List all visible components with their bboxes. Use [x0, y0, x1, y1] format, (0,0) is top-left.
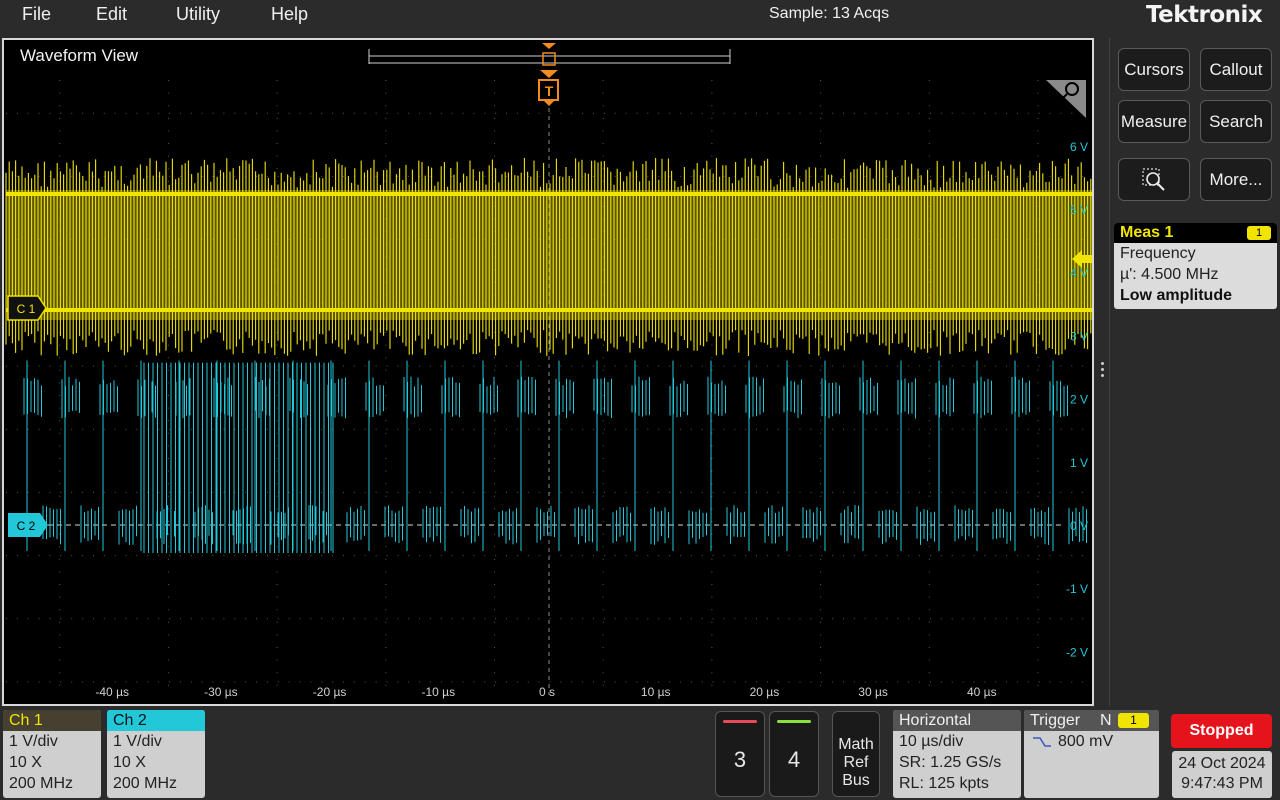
- ch1-marker[interactable]: C 1: [7, 295, 47, 321]
- ch4-button[interactable]: 4: [769, 711, 819, 797]
- menu-utility[interactable]: Utility: [176, 4, 220, 25]
- trigger-title: Trigger: [1030, 712, 1081, 729]
- zoom-button[interactable]: [1118, 158, 1190, 201]
- meas1-warning: Low amplitude: [1120, 287, 1232, 304]
- y-tick-label: 1 V: [1070, 456, 1088, 470]
- menu-bar: File Edit Utility Help Sample: 13 Acqs T…: [0, 0, 1280, 30]
- ch2-marker[interactable]: C 2: [8, 513, 48, 537]
- x-tick-label: -20 µs: [313, 685, 347, 699]
- menu-help[interactable]: Help: [271, 4, 308, 25]
- date-time: 24 Oct 2024 9:47:43 PM: [1172, 751, 1272, 798]
- date: 24 Oct 2024: [1178, 755, 1266, 772]
- ch2-scale: 1 V/div: [113, 733, 162, 750]
- cursors-button[interactable]: Cursors: [1118, 48, 1190, 91]
- trigger-badge[interactable]: Trigger N 1 800 mV: [1024, 710, 1159, 798]
- more-button[interactable]: More...: [1200, 158, 1272, 201]
- meas1-value: µ': 4.500 MHz: [1120, 266, 1219, 283]
- ch1-probe: 10 X: [9, 754, 42, 771]
- bus-label: Bus: [842, 772, 870, 789]
- ch1-high-band: [6, 192, 1092, 196]
- settings-bar: Ch 1 1 V/div 10 X 200 MHz Ch 2 1 V/div 1…: [0, 706, 1280, 800]
- ch1-marker-label: C 1: [17, 302, 36, 316]
- time: 9:47:43 PM: [1181, 775, 1263, 792]
- waveform-view-title: Waveform View: [20, 46, 139, 65]
- menu-edit[interactable]: Edit: [96, 4, 127, 25]
- ch2-probe: 10 X: [113, 754, 146, 771]
- ref-label: Ref: [843, 754, 869, 771]
- ch2-badge[interactable]: Ch 2 1 V/div 10 X 200 MHz: [107, 710, 205, 798]
- y-tick-label: 4 V: [1070, 266, 1088, 280]
- y-tick-label: 6 V: [1070, 140, 1088, 154]
- run-stop-status[interactable]: Stopped: [1171, 714, 1272, 748]
- ch2-title: Ch 2: [107, 710, 205, 731]
- measure-button[interactable]: Measure: [1118, 100, 1190, 143]
- callout-button[interactable]: Callout: [1200, 48, 1272, 91]
- trigger-mode: N: [1100, 712, 1112, 729]
- math-label: Math: [838, 736, 874, 753]
- acquisition-status: Sample: 13 Acqs: [769, 5, 890, 22]
- y-tick-label: 2 V: [1070, 393, 1088, 407]
- waveform-view[interactable]: T C 1 C 2 6 V5 V4 V3 V2 V1 V0 V -1 V -2 V …: [2, 38, 1094, 706]
- ch2-trace-lines: [23, 360, 1087, 553]
- meas1-title-text: Meas 1: [1120, 224, 1174, 241]
- panel-resize-handle[interactable]: [1101, 362, 1105, 382]
- grid-dots: [6, 80, 1084, 686]
- y-tick-label: 3 V: [1070, 329, 1088, 343]
- ch1-badge[interactable]: Ch 1 1 V/div 10 X 200 MHz: [3, 710, 101, 798]
- zoom-corner-icon[interactable]: [1046, 80, 1086, 118]
- trigger-level: 800 mV: [1058, 733, 1114, 750]
- ch2-waveform: [23, 360, 1087, 553]
- zoom-icon: [1142, 167, 1165, 191]
- ch1-bandwidth: 200 MHz: [9, 775, 74, 792]
- ch1-low-band: [6, 308, 1092, 312]
- x-tick-label: -30 µs: [204, 685, 238, 699]
- falling-edge-icon: [1033, 737, 1051, 747]
- x-tick-label: 40 µs: [967, 685, 997, 699]
- ch2-marker-label: C 2: [17, 519, 36, 533]
- y-tick-label: 0 V: [1070, 519, 1088, 533]
- menu-file[interactable]: File: [22, 4, 51, 25]
- horizontal-scale: 10 µs/div: [899, 733, 964, 750]
- y-tick-label: -2 V: [1066, 645, 1088, 659]
- meas1-source-badge: 1: [1247, 226, 1271, 240]
- ch1-title: Ch 1: [3, 710, 101, 731]
- trigger-marker-label: T: [545, 83, 554, 99]
- horizontal-title: Horizontal: [893, 710, 1021, 731]
- ch3-label: 3: [733, 747, 747, 772]
- x-tick-label: -40 µs: [95, 685, 129, 699]
- ch4-label: 4: [787, 747, 801, 772]
- y-tick-label: 5 V: [1070, 203, 1088, 217]
- x-tick-label: 20 µs: [750, 685, 780, 699]
- x-tick-label: 0 s: [539, 685, 555, 699]
- ch1-scale: 1 V/div: [9, 733, 58, 750]
- record-overview[interactable]: [368, 43, 731, 66]
- sample-rate: SR: 1.25 GS/s: [899, 754, 1002, 771]
- meas1-name: Frequency: [1120, 245, 1196, 262]
- meas1-title: Meas 1 1: [1114, 223, 1277, 243]
- x-tick-label: 10 µs: [641, 685, 671, 699]
- x-tick-label: -10 µs: [422, 685, 456, 699]
- math-ref-bus-button[interactable]: Math Ref Bus: [832, 711, 880, 797]
- ch3-button[interactable]: 3: [715, 711, 765, 797]
- time-scale-labels: -40 µs -30 µs -20 µs -10 µs 0 s 10 µs 20 µs 30 …: [95, 685, 996, 699]
- x-tick-label: 30 µs: [858, 685, 888, 699]
- tektronix-logo: Tektronix: [1146, 2, 1263, 28]
- graticule: [6, 80, 1084, 695]
- horizontal-badge[interactable]: Horizontal 10 µs/div SR: 1.25 GS/s RL: 1…: [893, 710, 1021, 798]
- record-length: RL: 125 kpts: [899, 775, 989, 792]
- trigger-position-marker[interactable]: T: [538, 70, 559, 106]
- waveform-display: T C 1 C 2 6 V5 V4 V3 V2 V1 V0 V-1 V-2 V …: [5, 43, 1092, 699]
- ch3-color-bar: [723, 720, 757, 723]
- trigger-level-row: 800 mV: [1024, 731, 1159, 752]
- ch2-bandwidth: 200 MHz: [113, 775, 178, 792]
- search-button[interactable]: Search: [1200, 100, 1272, 143]
- y-tick-label: -1 V: [1066, 582, 1088, 596]
- right-control-panel: Cursors Callout Measure Search More... M…: [1101, 38, 1280, 706]
- ch4-color-bar: [777, 720, 811, 723]
- meas1-badge[interactable]: Meas 1 1 Frequency µ': 4.500 MHz Low amp…: [1114, 223, 1277, 309]
- trigger-source-badge: 1: [1118, 713, 1149, 728]
- trigger-header: Trigger N 1: [1024, 710, 1159, 731]
